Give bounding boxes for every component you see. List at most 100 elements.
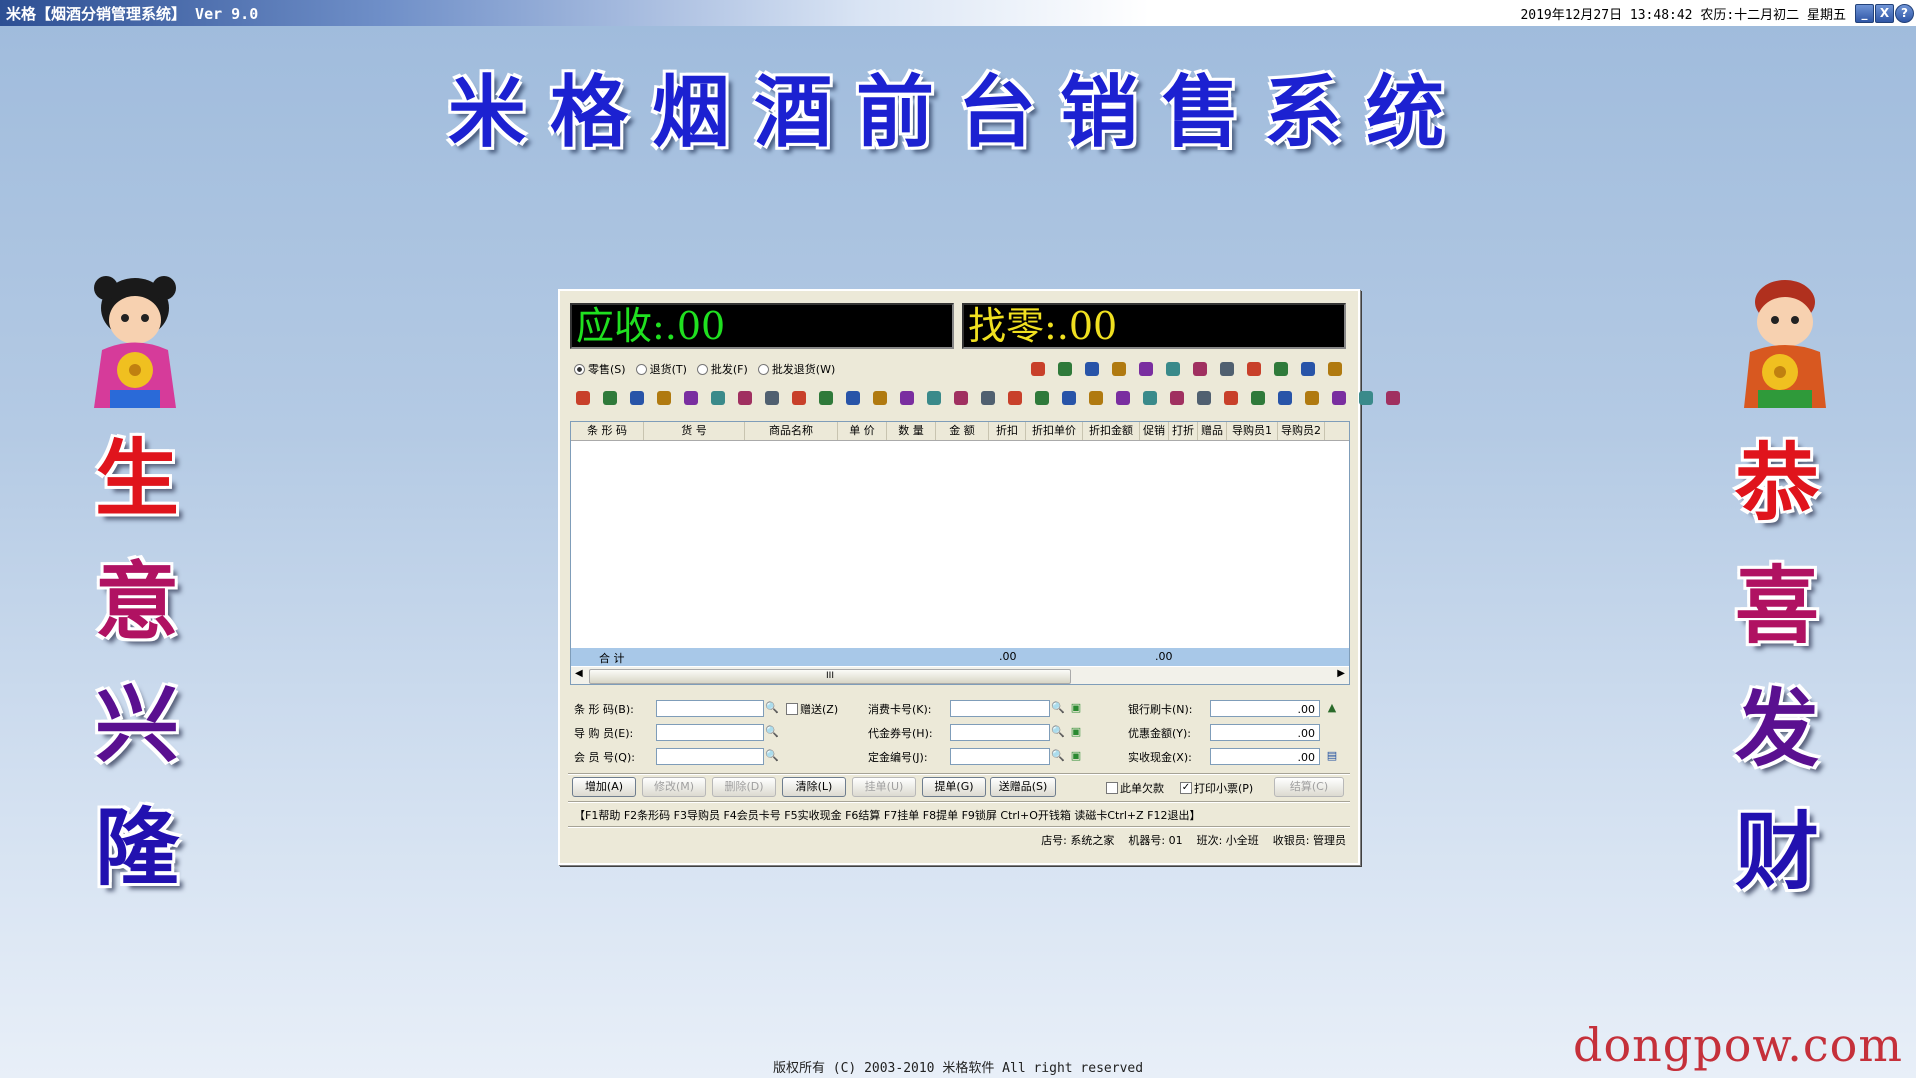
flag-icon[interactable] [1353, 386, 1379, 410]
voucher-input[interactable] [950, 724, 1050, 741]
bank-input[interactable]: .00 [1210, 700, 1320, 717]
up-icon[interactable] [1272, 386, 1298, 410]
card-reader-icon[interactable] [1191, 386, 1217, 410]
col-barcode[interactable]: 条 形 码 [571, 422, 644, 440]
box-icon[interactable] [1299, 386, 1325, 410]
fetch-button[interactable]: 提单(G) [922, 777, 986, 797]
stamp-icon[interactable] [1137, 386, 1163, 410]
counter-icon[interactable] [1245, 386, 1271, 410]
people-icon[interactable] [1214, 357, 1240, 381]
hold-button[interactable]: 挂单(U) [852, 777, 916, 797]
items-table[interactable]: 条 形 码 货 号 商品名称 单 价 数 量 金 额 折扣 折扣单价 折扣金额 … [570, 421, 1350, 685]
apple-icon[interactable] [975, 386, 1001, 410]
next-icon[interactable] [867, 386, 893, 410]
radio-wholesale[interactable]: 批发(F) [696, 361, 748, 377]
calculator-icon[interactable] [1025, 357, 1051, 381]
print-receipt-checkbox[interactable]: ✓ 打印小票(P) [1180, 780, 1253, 796]
cut-icon[interactable] [1029, 386, 1055, 410]
deposit-input[interactable] [950, 748, 1050, 765]
col-item-no[interactable]: 货 号 [644, 422, 745, 440]
card-input[interactable] [950, 700, 1050, 717]
hand-icon[interactable] [948, 386, 974, 410]
help-button[interactable]: ? [1895, 4, 1914, 23]
clock-icon[interactable] [1380, 386, 1406, 410]
clear-button[interactable]: 清除(L) [782, 777, 846, 797]
barcode-input[interactable] [656, 700, 764, 717]
save-icon[interactable] [624, 386, 650, 410]
import-icon[interactable] [678, 386, 704, 410]
col-promo[interactable]: 促销 [1140, 422, 1169, 440]
scroll-left-icon[interactable]: ◀ [575, 668, 583, 679]
find-icon[interactable] [1164, 386, 1190, 410]
cash-input[interactable]: .00 [1210, 748, 1320, 765]
col-amount[interactable]: 金 额 [936, 422, 989, 440]
group-icon[interactable] [1002, 386, 1028, 410]
modify-button[interactable]: 修改(M) [642, 777, 706, 797]
col-guide1[interactable]: 导购员1 [1227, 422, 1278, 440]
scroll-thumb[interactable]: III [589, 669, 1071, 684]
member-input[interactable] [656, 748, 764, 765]
radio-return[interactable]: 退货(T) [635, 361, 687, 377]
gift-button[interactable]: 送赠品(S) [990, 777, 1056, 797]
transfer-icon[interactable] [1083, 386, 1109, 410]
col-name[interactable]: 商品名称 [745, 422, 838, 440]
memo-icon[interactable] [1052, 357, 1078, 381]
search-icon[interactable]: 🔍 [1050, 724, 1066, 740]
scroll-right-icon[interactable]: ▶ [1337, 668, 1345, 679]
export-icon[interactable] [651, 386, 677, 410]
search-icon[interactable]: 🔍 [764, 724, 780, 740]
list-icon[interactable] [759, 386, 785, 410]
coins-icon[interactable] [1110, 386, 1136, 410]
col-qty[interactable]: 数 量 [887, 422, 936, 440]
radio-wholesale-return[interactable]: 批发退货(W) [757, 361, 835, 377]
cash-drawer-icon[interactable]: ▤ [1324, 748, 1340, 764]
owe-checkbox[interactable]: 此单欠款 [1106, 780, 1164, 796]
close-button[interactable]: X [1875, 4, 1894, 23]
frame-icon[interactable] [813, 386, 839, 410]
col-off[interactable]: 打折 [1169, 422, 1198, 440]
discount-input[interactable]: .00 [1210, 724, 1320, 741]
doc-icon[interactable] [705, 386, 731, 410]
back-icon[interactable] [597, 386, 623, 410]
search-doc-icon[interactable] [840, 386, 866, 410]
search-icon[interactable]: 🔍 [764, 700, 780, 716]
prev-icon[interactable] [894, 386, 920, 410]
key-icon[interactable] [1241, 357, 1267, 381]
card-icon[interactable] [1160, 357, 1186, 381]
search-icon[interactable]: 🔍 [1050, 700, 1066, 716]
gold-icon[interactable] [1326, 386, 1352, 410]
radio-retail[interactable]: 零售(S) [574, 361, 626, 377]
open-icon[interactable] [570, 386, 596, 410]
minimize-button[interactable]: _ [1855, 4, 1874, 23]
gift-checkbox[interactable]: 赠送(Z) [786, 701, 838, 717]
col-gift[interactable]: 赠品 [1198, 422, 1227, 440]
col-guide2[interactable]: 导购员2 [1278, 422, 1325, 440]
delete-button[interactable]: 删除(D) [712, 777, 776, 797]
add-button[interactable]: 增加(A) [572, 777, 636, 797]
money-bag-icon[interactable] [1106, 357, 1132, 381]
col-discount-amount[interactable]: 折扣金额 [1083, 422, 1140, 440]
card-reader-icon[interactable]: ▣ [1068, 700, 1084, 716]
photo-icon[interactable] [1056, 386, 1082, 410]
run-icon[interactable] [786, 386, 812, 410]
printer-icon[interactable] [1295, 357, 1321, 381]
table-icon[interactable] [1079, 357, 1105, 381]
settle-button[interactable]: 结算(C) [1274, 777, 1344, 797]
search-icon[interactable]: 🔍 [1050, 748, 1066, 764]
bank-card-icon[interactable]: ▲ [1324, 700, 1340, 716]
tool-icon[interactable] [1187, 357, 1213, 381]
deposit-reader-icon[interactable]: ▣ [1068, 748, 1084, 764]
col-price[interactable]: 单 价 [838, 422, 887, 440]
users-icon[interactable] [1133, 357, 1159, 381]
horizontal-scrollbar[interactable]: ◀ III ▶ [571, 667, 1349, 684]
guide-input[interactable] [656, 724, 764, 741]
edit-icon[interactable] [1322, 357, 1348, 381]
cash-box-icon[interactable] [1218, 386, 1244, 410]
voucher-reader-icon[interactable]: ▣ [1068, 724, 1084, 740]
tools-icon[interactable] [921, 386, 947, 410]
gear-icon[interactable] [732, 386, 758, 410]
col-discount[interactable]: 折扣 [989, 422, 1026, 440]
col-discount-price[interactable]: 折扣单价 [1026, 422, 1083, 440]
search-icon[interactable]: 🔍 [764, 748, 780, 764]
window-icon[interactable] [1268, 357, 1294, 381]
